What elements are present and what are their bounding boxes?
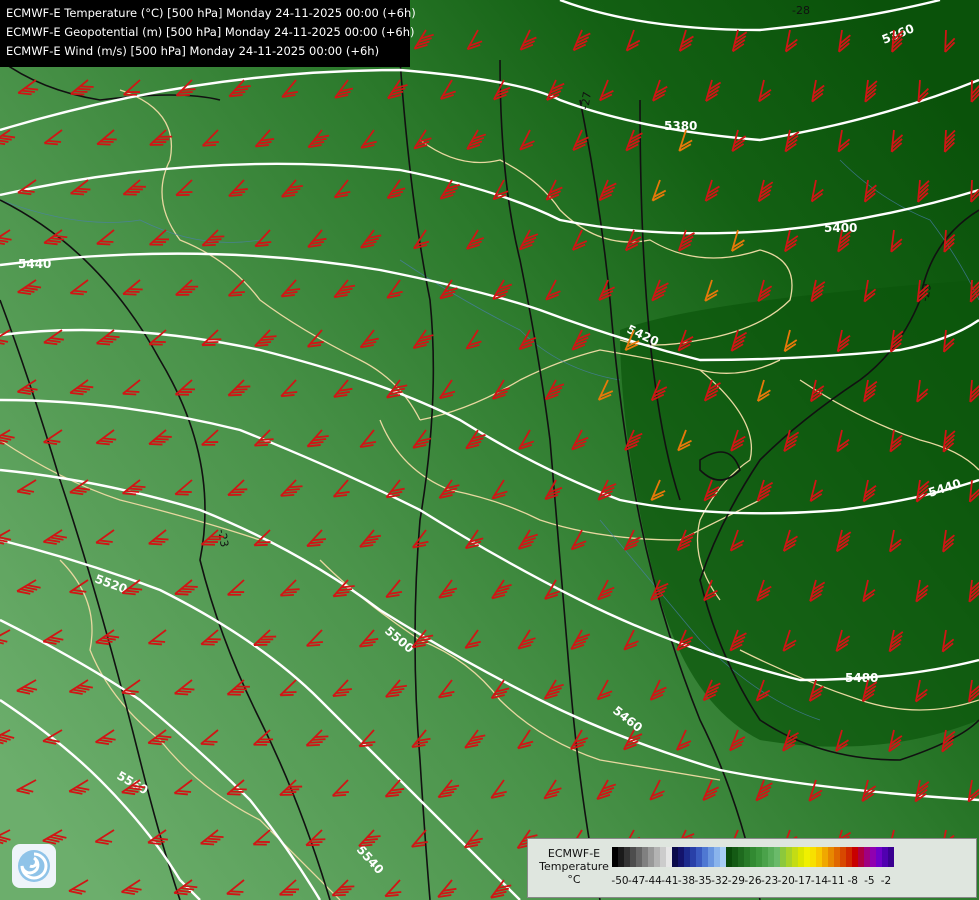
legend-title: ECMWF-E Temperature °C (534, 847, 614, 886)
legend-title-unit: °C (567, 873, 581, 886)
legend-tick-label: -20 (777, 875, 795, 887)
svg-text:-28: -28 (792, 4, 810, 17)
wind-title-line: ECMWF-E Wind (m/s) [500 hPa] Monday 24-1… (6, 44, 380, 58)
legend-tick-label: -29 (727, 875, 745, 887)
legend-tick-label: -50 (611, 875, 629, 887)
legend-tick-label: -44 (644, 875, 662, 887)
geopotential-title-line: ECMWF-E Geopotential (m) [500 hPa] Monda… (6, 25, 415, 39)
legend-tick-label: -35 (694, 875, 712, 887)
legend-tick-label: -17 (794, 875, 812, 887)
legend-ticks: -50 -47 -44 -41 -38 -35 -32 -29 -26 -23 -20 -17 -14-… (611, 875, 974, 889)
provider-logo-icon (12, 844, 56, 888)
legend-tick-label: -11 (827, 875, 845, 887)
svg-text:5380: 5380 (664, 119, 697, 133)
legend-tick-label: -41 (661, 875, 679, 887)
svg-text:5440: 5440 (18, 257, 51, 271)
weather-map[interactable]: 5360 5380 5400 5420 5440 5440 5460 5480 … (0, 0, 979, 900)
temperature-title-line: ECMWF-E Temperature (°C) [500 hPa] Monda… (6, 6, 416, 20)
legend-tick-label: -23 (761, 875, 779, 887)
map-title-box: ECMWF-E Temperature (°C) [500 hPa] Monda… (0, 0, 416, 67)
legend-tick-label: -8 (847, 875, 858, 887)
svg-text:5480: 5480 (845, 671, 878, 685)
legend-color-bar (612, 847, 894, 867)
legend-tick-label: -38 (677, 875, 696, 887)
legend-tick-label: -32 (711, 875, 729, 887)
legend-tick-label: -5 (864, 875, 875, 887)
legend-title-model: ECMWF-E (547, 847, 601, 860)
temperature-legend: ECMWF-E Temperature °C -50 -47 -44 -41 -38 -3… (527, 838, 977, 898)
legend-swatch (888, 847, 894, 867)
legend-tick-label: -26 (744, 875, 762, 887)
legend-title-variable: Temperature (539, 860, 609, 873)
legend-tick-label: -2 (880, 875, 892, 887)
legend-tick-label: -14 (810, 875, 829, 887)
legend-tick-label: -47 (628, 875, 646, 887)
